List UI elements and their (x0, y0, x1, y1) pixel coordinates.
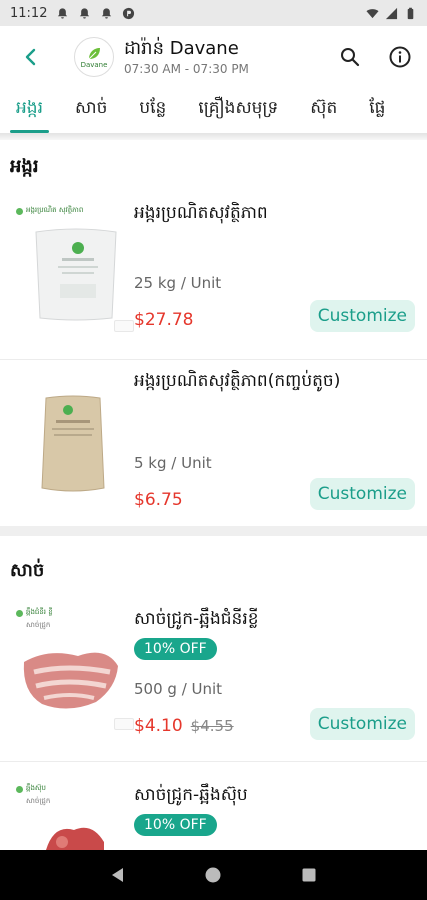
nav-back-icon[interactable] (109, 866, 127, 884)
image-watermark (114, 320, 134, 332)
product-body: សាច់ជ្រូក-ឆ្អឹងស៊ុប 10% OFF (134, 762, 427, 862)
product-image-brand: អង្ករប្រណិត សុវត្ថិភាព (16, 206, 83, 216)
header-actions (333, 40, 417, 74)
original-price: $4.55 (190, 717, 234, 735)
price-row: $6.75 (134, 490, 183, 510)
store-hours: 07:30 AM - 07:30 PM (124, 62, 249, 76)
wifi-icon (366, 8, 379, 18)
product-unit: 25 kg / Unit (134, 274, 222, 292)
notification-bell-icon (102, 7, 112, 19)
product-price: $6.75 (134, 490, 183, 510)
store-header: Davane ដារ៉ាន់ Davane 07:30 AM - 07:30 P… (0, 26, 427, 88)
product-name: សាច់ជ្រូក-ឆ្អឹងស៊ុប (134, 785, 248, 805)
product-image: អង្ករប្រណិត សុវត្ថិភាព (0, 192, 134, 359)
arrow-back-icon (25, 48, 36, 66)
tab-rice[interactable]: អង្ករ (0, 97, 59, 133)
product-image-brand: ឆ្អឹងជំនីរ ខ្លី សាច់ជ្រូក (16, 608, 53, 631)
tab-eggs[interactable]: ស៊ុត (294, 97, 353, 133)
discount-badge: 10% OFF (134, 638, 217, 660)
rice-sack-icon (41, 395, 105, 492)
section-title-meat: សាច់ (10, 560, 45, 581)
pork-ribs-icon (23, 652, 118, 709)
info-icon (389, 46, 411, 68)
product-card[interactable]: ឆ្អឹងស៊ុប សាច់ជ្រូក សាច់ជ្រូក-ឆ្អឹងស៊ុប … (0, 762, 427, 862)
tab-vegetables[interactable]: បន្លែ (123, 97, 182, 133)
product-body: សាច់ជ្រូក-ឆ្អឹងជំនីរខ្លី 10% OFF 500 g /… (134, 598, 427, 761)
status-bar: 11:12 (0, 0, 427, 26)
status-time: 11:12 (10, 5, 48, 21)
category-tabs: អង្ករ សាច់ បន្លែ គ្រឿងសមុទ្រ ស៊ុត ផ្លែ (0, 88, 427, 134)
notification-bell-icon (58, 7, 68, 19)
rice-bag-icon (35, 228, 117, 321)
tab-seafood[interactable]: គ្រឿងសមុទ្រ (182, 97, 294, 133)
section-divider (0, 526, 427, 536)
tab-fruits[interactable]: ផ្លែ (353, 97, 401, 133)
info-button[interactable] (383, 40, 417, 74)
product-image: ឆ្អឹងស៊ុប សាច់ជ្រូក (0, 762, 134, 862)
product-body: អង្ករប្រណិតសុវត្ថិភាព(កញ្ចប់តូច) 5 kg / … (134, 360, 427, 526)
nav-home-icon[interactable] (204, 866, 222, 884)
product-image (0, 360, 134, 526)
battery-icon (407, 7, 414, 19)
image-watermark (114, 718, 134, 730)
price-row: $4.10 $4.55 (134, 716, 234, 736)
product-name: សាច់ជ្រូក-ឆ្អឹងជំនីរខ្លី (134, 609, 259, 629)
nav-recents-icon[interactable] (300, 866, 318, 884)
leaf-logo-icon (88, 47, 100, 59)
store-logo-text: Davane (80, 60, 108, 69)
product-card[interactable]: អង្ករប្រណិត សុវត្ថិភាព អង្ករប្រណិតសុវត្ថ… (0, 192, 427, 360)
tab-meat[interactable]: សាច់ (59, 97, 123, 133)
store-info: ដារ៉ាន់ Davane 07:30 AM - 07:30 PM (124, 38, 249, 76)
system-nav-bar (0, 850, 427, 900)
product-unit: 5 kg / Unit (134, 454, 212, 472)
store-name: ដារ៉ាន់ Davane (124, 38, 239, 59)
cell-signal-icon (385, 7, 398, 19)
notification-bell-icon (80, 7, 90, 19)
store-logo: Davane (74, 37, 114, 77)
product-unit: 500 g / Unit (134, 680, 223, 698)
app-screen: 11:12 Davane ដារ៉ាន់ Davane 07:30 AM - 0… (0, 0, 427, 900)
back-button[interactable] (14, 40, 48, 74)
product-card[interactable]: ឆ្អឹងជំនីរ ខ្លី សាច់ជ្រូក សាច់ជ្រូក-ឆ្អឹ… (0, 598, 427, 762)
product-price: $27.78 (134, 310, 194, 330)
product-card[interactable]: អង្ករប្រណិតសុវត្ថិភាព(កញ្ចប់តូច) 5 kg / … (0, 360, 427, 526)
product-name: អង្ករប្រណិតសុវត្ថិភាព(កញ្ចប់តូច) (134, 371, 341, 391)
section-title-rice: អង្ករ (10, 156, 39, 177)
discount-badge: 10% OFF (134, 814, 217, 836)
search-button[interactable] (333, 40, 367, 74)
app-notification-icon (123, 7, 135, 19)
product-price: $4.10 (134, 716, 183, 736)
customize-button[interactable]: Customize (309, 300, 415, 332)
product-name: អង្ករប្រណិតសុវត្ថិភាព (134, 203, 268, 223)
product-image: ឆ្អឹងជំនីរ ខ្លី សាច់ជ្រូក (0, 598, 134, 761)
price-row: $27.78 (134, 310, 193, 330)
product-image-brand: ឆ្អឹងស៊ុប សាច់ជ្រូក (16, 784, 50, 807)
customize-button[interactable]: Customize (309, 708, 415, 740)
customize-button[interactable]: Customize (309, 478, 415, 510)
search-icon (341, 48, 360, 67)
product-body: អង្ករប្រណិតសុវត្ថិភាព 25 kg / Unit $27.7… (134, 192, 427, 359)
